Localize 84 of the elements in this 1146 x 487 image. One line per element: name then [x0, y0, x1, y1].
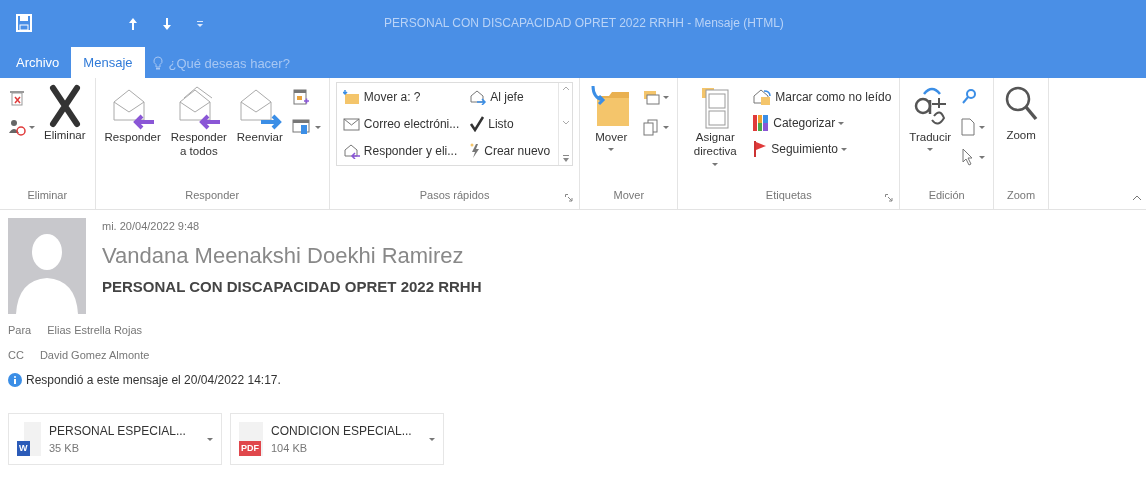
file-icon: PDF — [239, 422, 263, 456]
category-grid-icon[interactable] — [752, 114, 771, 132]
reply-delete-icon[interactable] — [342, 143, 361, 160]
caret-icon[interactable] — [979, 125, 986, 129]
save-icon[interactable] — [16, 14, 32, 33]
expand-gallery-icon[interactable] — [561, 155, 570, 163]
caret-icon[interactable] — [429, 437, 435, 441]
dialog-launcher-icon[interactable] — [885, 194, 894, 203]
quick-step[interactable]: Listo — [467, 113, 553, 135]
lightning-icon[interactable] — [469, 143, 482, 160]
more-actions-icon[interactable] — [291, 118, 312, 136]
window-title: PERSONAL CON DISCAPACIDAD OPRET 2022 RRHH - Mensaje (HTML) — [384, 15, 784, 32]
quick-step[interactable]: Responder y eli... — [340, 140, 462, 163]
avatar-icon — [8, 218, 86, 314]
ribbon-menu-button[interactable]: Categorizar — [750, 112, 894, 134]
quick-step[interactable]: Correo electróni... — [340, 113, 462, 135]
group-label: Zoom — [1007, 189, 1036, 201]
info-icon — [8, 373, 22, 387]
caret-icon[interactable] — [663, 95, 670, 99]
caret-icon[interactable] — [314, 125, 321, 129]
recipient-label: Para — [8, 323, 32, 338]
info-message: Respondió a este mensaje el 20/04/2022 14:17. — [26, 372, 281, 389]
ribbon-button[interactable]: Responder — [101, 82, 164, 147]
caret-icon[interactable] — [841, 147, 847, 151]
group-label: Edición — [928, 189, 965, 201]
meeting-icon[interactable] — [291, 88, 310, 106]
ribbon-button[interactable]: Responder a todos — [167, 82, 230, 161]
search-icon[interactable] — [960, 88, 979, 106]
caret-icon[interactable] — [29, 125, 35, 129]
ribbon-button[interactable]: Mover — [586, 82, 637, 154]
quick-step[interactable]: Crear nuevo — [467, 140, 553, 163]
caret-icon[interactable] — [927, 148, 934, 152]
caret-icon[interactable] — [838, 121, 845, 125]
checkmark-icon[interactable] — [469, 116, 486, 132]
recipient-name: David Gomez Almonte — [39, 347, 150, 363]
mail-icon[interactable] — [342, 116, 361, 132]
message-date: mi. 20/04/2022 9:48 — [102, 219, 201, 234]
customize-toolbar-icon[interactable] — [196, 19, 204, 28]
ribbon-menu-button[interactable]: Marcar como no leído — [750, 86, 894, 108]
attachment-size: 35 KB — [49, 440, 80, 456]
recipient-label: CC — [8, 347, 24, 363]
caret-icon[interactable] — [712, 162, 719, 166]
ribbon-button[interactable]: Zoom — [1000, 82, 1043, 145]
attachment[interactable]: PDF CONDICION ESPECIAL... 104 KB — [230, 413, 444, 465]
search-field[interactable]: ¿Qué deseas hacer? — [166, 52, 337, 74]
dialog-launcher-icon[interactable] — [565, 194, 574, 203]
trash-x-icon[interactable] — [8, 88, 26, 106]
document-icon[interactable] — [960, 118, 977, 136]
ribbon-button[interactable]: Traducir — [906, 82, 955, 154]
group-label: Mover — [613, 189, 645, 201]
group-label: Responder — [185, 189, 240, 201]
scroll-up-icon[interactable] — [561, 85, 570, 91]
ribbon-button[interactable]: Asignar directiva — [684, 82, 747, 168]
mail-unread-icon[interactable] — [752, 88, 773, 106]
up-arrow-icon[interactable] — [128, 16, 138, 31]
recipient-name: Elias Estrella Rojas — [47, 323, 142, 338]
attachment[interactable]: W PERSONAL ESPECIAL... 35 KB — [8, 413, 222, 465]
collapse-ribbon-icon[interactable] — [1132, 195, 1142, 201]
down-arrow-icon[interactable] — [162, 16, 172, 31]
caret-icon[interactable] — [207, 437, 213, 441]
caret-icon[interactable] — [979, 155, 986, 159]
block-person-icon[interactable] — [8, 118, 26, 136]
attachment-name: PERSONAL ESPECIAL... — [49, 422, 187, 440]
folders-icon[interactable] — [642, 88, 661, 106]
file-icon: W — [17, 422, 41, 456]
group-label: Pasos rápidos — [419, 189, 490, 201]
group-label: Eliminar — [27, 189, 68, 201]
ribbon-button[interactable]: Eliminar — [41, 82, 89, 145]
message-subject: PERSONAL CON DISCAPACIDAD OPRET 2022 RRHH — [102, 276, 482, 297]
sender-name: Vandana Meenakshi Doekhi Ramirez — [102, 241, 465, 270]
ribbon-button[interactable]: Reenviar — [233, 82, 286, 147]
copy-document-icon[interactable] — [642, 118, 661, 136]
folder-icon[interactable] — [342, 88, 361, 105]
forward-mail-icon[interactable] — [469, 88, 488, 105]
group-label: Etiquetas — [765, 189, 812, 201]
ribbon-menu-button[interactable]: Seguimiento — [750, 138, 894, 160]
quick-step[interactable]: Al jefe — [467, 85, 553, 108]
attachment-size: 104 KB — [271, 440, 309, 456]
caret-icon[interactable] — [663, 125, 670, 129]
attachment-name: CONDICION ESPECIAL... — [271, 422, 413, 440]
scroll-down-icon[interactable] — [561, 120, 570, 126]
caret-icon[interactable] — [608, 148, 615, 152]
ribbon-tab[interactable]: Mensaje — [71, 46, 145, 78]
quick-step[interactable]: Mover a: ? — [340, 85, 462, 108]
